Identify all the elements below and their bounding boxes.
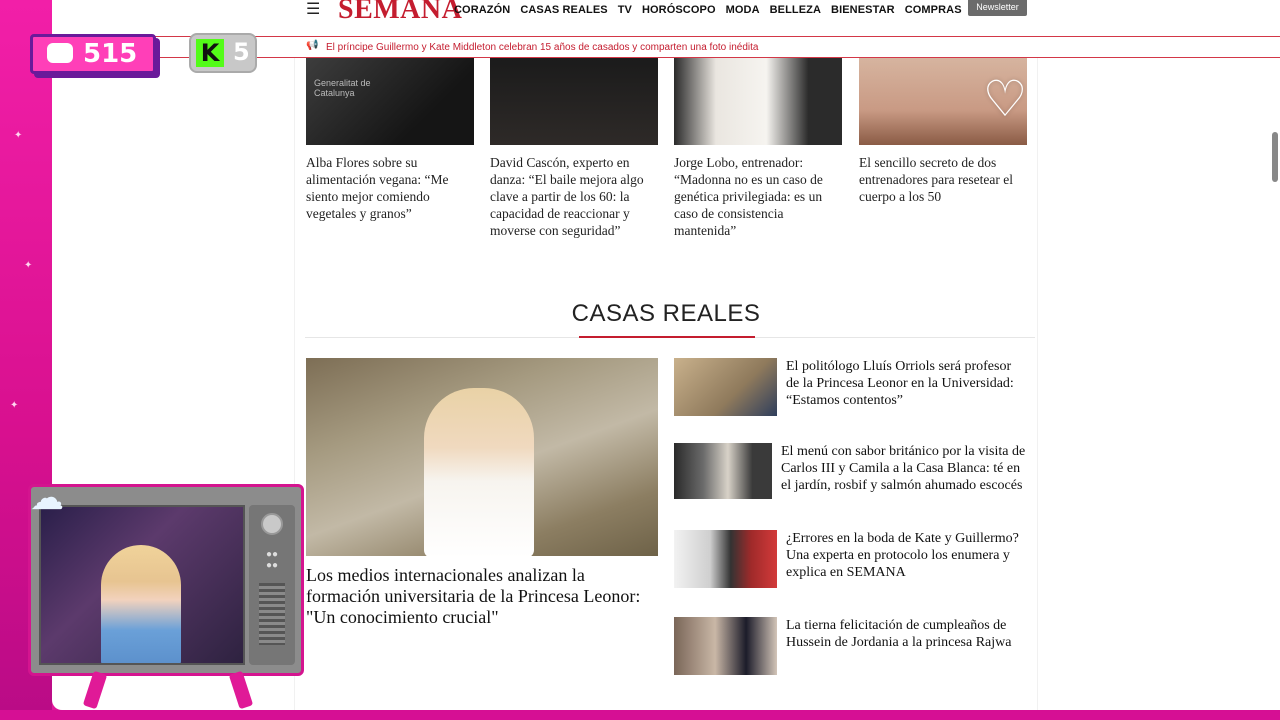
nav-item-moda[interactable]: MODA [726,4,760,16]
article-title[interactable]: El sencillo secreto de dos entrenadores … [859,154,1027,205]
article-card[interactable]: Jorge Lobo, entrenador: “Madonna no es u… [674,58,842,239]
article-title[interactable]: Jorge Lobo, entrenador: “Madonna no es u… [674,154,842,239]
article-title[interactable]: David Cascón, experto en danza: “El bail… [490,154,658,239]
sparkle-icon: ✦ [14,130,23,141]
article-thumbnail[interactable] [674,58,842,145]
image-caption: Generalitat de Catalunya [314,78,371,98]
tv-knob-icon [261,513,283,535]
article-thumbnail[interactable]: Generalitat de Catalunya [306,58,474,145]
nav-item-compras[interactable]: COMPRAS [905,4,962,16]
lead-figure [424,388,534,556]
section-title[interactable]: CASAS REALES [295,300,1037,328]
viewer-count: 5 [233,38,250,66]
article-title[interactable]: Alba Flores sobre su alimentación vegana… [306,154,474,222]
newsletter-button[interactable]: Newsletter [968,0,1027,16]
scrollbar-thumb[interactable] [1272,132,1278,182]
nav-item-belleza[interactable]: BELLEZA [770,4,821,16]
chat-count-badge: 515 [30,34,156,74]
section-underline [579,336,755,338]
site-logo[interactable]: SEMANA [338,0,462,26]
nav-item-tv[interactable]: TV [618,4,632,16]
nav-item-horoscopo[interactable]: HORÓSCOPO [642,4,716,16]
webcam-feed [39,505,245,665]
side-article-thumbnail[interactable] [674,443,772,499]
cloud-icon: ☁ [30,479,64,517]
streamer [101,545,181,663]
heart-play-icon: ♡ [982,71,1028,127]
megaphone-icon: 📢 [306,40,319,51]
lead-article-image[interactable] [306,358,658,556]
main-nav: CORAZÓN CASAS REALES TV HORÓSCOPO MODA B… [454,4,962,16]
nav-item-casas-reales[interactable]: CASAS REALES [520,4,607,16]
nav-item-corazon[interactable]: CORAZÓN [454,4,510,16]
ticker-text[interactable]: El príncipe Guillermo y Kate Middleton c… [326,42,758,53]
side-article-thumbnail[interactable] [674,617,777,675]
article-thumbnail[interactable] [490,58,658,145]
sparkle-icon: ✦ [24,260,33,271]
side-article-title[interactable]: El menú con sabor británico por la visit… [781,443,1026,494]
lead-article-title[interactable]: Los medios internacionales analizan la f… [306,565,658,628]
tv-speaker-grill [259,583,285,645]
nav-item-bienestar[interactable]: BIENESTAR [831,4,895,16]
side-article-title[interactable]: El politólogo Lluís Orriols será profeso… [786,358,1026,409]
kick-viewer-badge: K 5 [189,33,257,73]
tv-buttons-icon: ●● ●● [265,549,279,571]
stream-frame-bottom [0,710,1280,720]
menu-icon[interactable]: ☰ [306,2,324,18]
side-article-thumbnail[interactable] [674,358,777,416]
side-article-title[interactable]: ¿Errores en la boda de Kate y Guillermo?… [786,530,1026,581]
article-card[interactable]: David Cascón, experto en danza: “El bail… [490,58,658,239]
sparkle-icon: ✦ [10,400,19,411]
kick-logo-icon: K [196,39,224,67]
chat-bubble-icon [47,43,73,63]
tv-control-panel: ●● ●● [249,505,295,665]
side-article-title[interactable]: La tierna felicitación de cumpleaños de … [786,617,1026,651]
article-card[interactable]: Generalitat de Catalunya Alba Flores sob… [306,58,474,222]
site-header: ☰ SEMANA CORAZÓN CASAS REALES TV HORÓSCO… [52,0,1280,36]
side-article-thumbnail[interactable] [674,530,777,588]
chat-count: 515 [83,39,138,69]
